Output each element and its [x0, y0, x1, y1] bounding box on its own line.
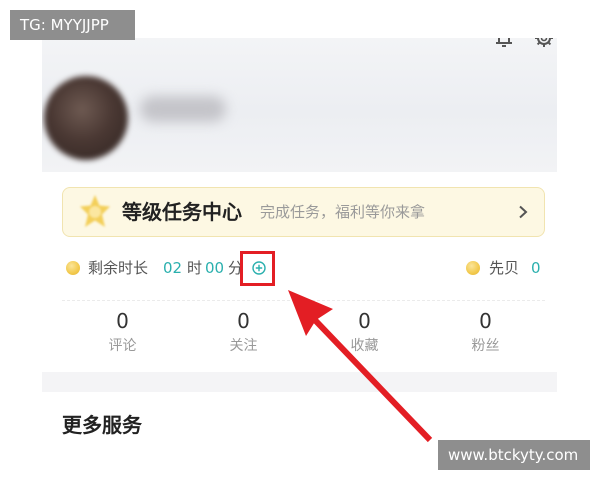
divider [62, 300, 545, 301]
remaining-minutes: 00 [205, 259, 225, 277]
stat-value: 0 [116, 309, 129, 333]
bell-icon[interactable] [493, 38, 515, 49]
app-screen: 等级任务中心 完成任务，福利等你来拿 剩余时长 02 时 00 分 先贝 0 0… [42, 38, 557, 440]
more-services-title: 更多服务 [62, 413, 142, 437]
highlight-box [240, 251, 275, 286]
level-task-banner[interactable]: 等级任务中心 完成任务，福利等你来拿 [62, 187, 545, 237]
banner-title: 等级任务中心 [122, 200, 242, 224]
gear-icon[interactable] [533, 38, 555, 49]
username[interactable] [140, 96, 226, 122]
watermark-bottom-right: www.btckyty.com [438, 440, 590, 470]
more-services-card: 更多服务 [42, 392, 557, 440]
stat-favorites[interactable]: 0 收藏 [304, 309, 425, 355]
stat-label: 粉丝 [471, 338, 500, 354]
stat-value: 0 [358, 309, 371, 333]
remaining-hours: 02 [163, 259, 183, 277]
stat-comments[interactable]: 0 评论 [62, 309, 183, 355]
coins-value[interactable]: 0 [531, 258, 541, 278]
level-badge-icon [80, 195, 110, 227]
coin-icon [66, 261, 80, 275]
remaining-time-label: 剩余时长 [88, 259, 149, 277]
avatar[interactable] [44, 76, 128, 160]
stat-label: 评论 [108, 338, 137, 354]
stat-following[interactable]: 0 关注 [183, 309, 304, 355]
hours-unit: 时 [187, 259, 203, 277]
stat-label: 关注 [229, 338, 258, 354]
stat-value: 0 [479, 309, 492, 333]
banner-subtitle: 完成任务，福利等你来拿 [260, 203, 426, 221]
coin-icon [466, 261, 480, 275]
stats-row: 0 评论 0 关注 0 收藏 0 粉丝 [62, 309, 546, 355]
coins-label[interactable]: 先贝 [489, 258, 519, 278]
watermark-top-left: TG: MYYJJPP [10, 10, 135, 40]
section-gap [42, 372, 557, 392]
stat-value: 0 [237, 309, 250, 333]
profile-header [42, 38, 557, 172]
profile-card: 等级任务中心 完成任务，福利等你来拿 剩余时长 02 时 00 分 先贝 0 0… [42, 172, 557, 372]
stat-label: 收藏 [350, 338, 379, 354]
stat-followers[interactable]: 0 粉丝 [425, 309, 546, 355]
chevron-right-icon [519, 205, 528, 219]
